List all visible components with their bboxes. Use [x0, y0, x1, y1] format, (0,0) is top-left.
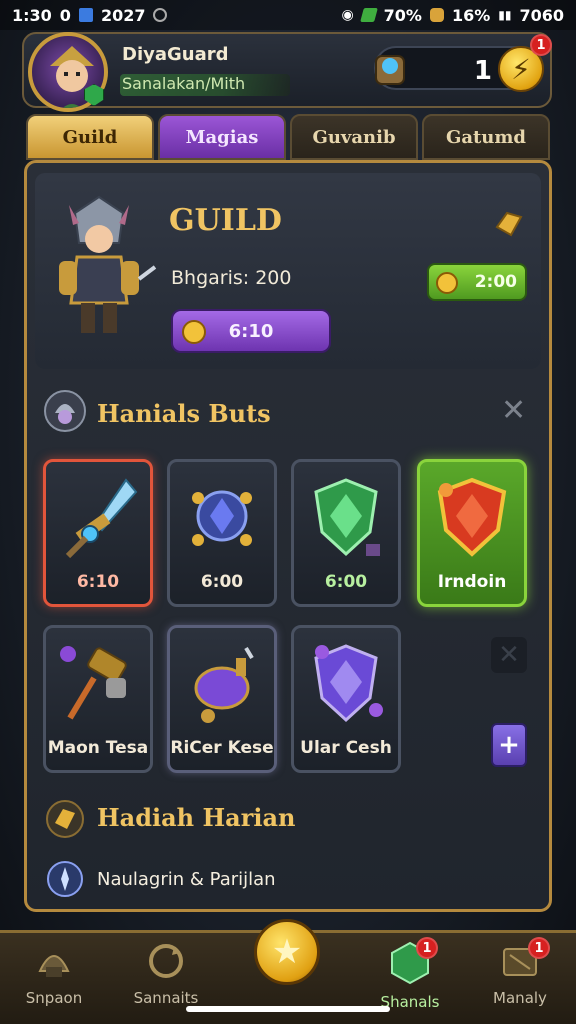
nav-label: Manaly	[493, 989, 547, 1007]
status-battery: 70%	[383, 5, 422, 25]
notification-badge: 1	[416, 937, 438, 959]
battery-icon	[359, 8, 378, 22]
item-label: RiCer Kese	[170, 738, 274, 758]
refresh-nav-icon	[149, 944, 183, 978]
item-slot-amulet[interactable]: 6:00	[167, 459, 277, 607]
item-timer: 6:10	[76, 572, 120, 592]
guild-timer-value: 6:10	[228, 320, 274, 342]
nav-label: Snpaon	[25, 989, 83, 1007]
crystal-shield-icon	[314, 644, 383, 723]
helmet-icon	[44, 390, 86, 432]
item-slot-potion[interactable]: RiCer Kese	[167, 625, 277, 773]
guild-timer-button[interactable]: 6:10	[171, 309, 331, 353]
item-timer: 6:00	[200, 572, 244, 592]
guild-card: GUILD Bhgaris: 200 2:00 6:10	[35, 173, 541, 369]
status-gold: 16%	[451, 5, 491, 25]
home-indicator[interactable]	[186, 1006, 390, 1012]
item-label: Maon Tesa	[47, 738, 149, 758]
main-panel: GUILD Bhgaris: 200 2:00 6:10 Hanials But…	[24, 160, 552, 912]
gold-ingot-icon	[46, 800, 84, 838]
knight-hero-icon	[59, 195, 157, 333]
player-name: DiyaGuard	[122, 44, 229, 65]
items-section-title: Hanials Buts	[97, 399, 271, 428]
guild-info: Bhgaris: 200	[171, 267, 292, 289]
ice-sword-icon	[65, 478, 138, 559]
close-icon[interactable]: ✕	[501, 393, 526, 428]
reward-value: 2:00	[474, 272, 517, 292]
coin-icon	[436, 272, 458, 294]
guild-title: GUILD	[169, 203, 282, 238]
status-bar: 1:30 0 2027 ◉ 70% 16% ▮▮ 7060	[0, 0, 576, 30]
tab-bar: Guild Magias Guvanib Gatumd	[26, 114, 550, 160]
notification-badge: 1	[528, 937, 550, 959]
notification-badge: 1	[530, 34, 552, 56]
gold-coin-icon	[182, 320, 206, 344]
item-slot-green-shield[interactable]: 6:00	[291, 459, 401, 607]
item-slot-crystal-shield[interactable]: Ular Cesh	[291, 625, 401, 773]
currency-counter[interactable]: 1 ⚡ 1	[374, 34, 552, 92]
gold-ingot-icon[interactable]	[493, 207, 523, 241]
emerald-shield-icon	[314, 478, 380, 557]
player-header: DiyaGuard Sanalakan/Mith 1 ⚡ 1	[22, 32, 552, 112]
nav-label: Sannaits	[133, 989, 199, 1007]
compass-icon	[47, 861, 83, 897]
tab-guvanib[interactable]: Guvanib	[290, 114, 418, 160]
nav-item-sannaits[interactable]: Sannaits	[116, 941, 216, 1007]
status-right-value: 7060	[519, 5, 564, 25]
shield-status-icon: ◉	[341, 7, 354, 23]
tab-magias[interactable]: Magias	[158, 114, 286, 160]
nav-item-snpaon[interactable]: Snpaon	[4, 941, 104, 1007]
camera-icon	[153, 8, 168, 22]
item-timer: 6:00	[324, 572, 368, 592]
lantern-icon	[375, 55, 405, 85]
player-subtitle: Sanalakan/Mith	[122, 74, 246, 93]
status-time: 1:30	[12, 5, 52, 25]
nav-item-manaly[interactable]: 1 Manaly	[470, 937, 570, 1007]
purple-potion-icon	[194, 646, 254, 723]
item-label: Ular Cesh	[300, 738, 392, 758]
item-slot-sword[interactable]: 6:10	[43, 459, 153, 607]
tab-gatumd[interactable]: Gatumd	[422, 114, 550, 160]
reward-button[interactable]: 2:00	[427, 263, 527, 301]
item-label: Irndoin	[437, 572, 507, 592]
item-slot-fire-shield[interactable]: Irndoin	[417, 459, 527, 607]
add-item-button[interactable]: +	[491, 723, 527, 767]
signal-icon: ▮▮	[498, 8, 512, 22]
tab-guild[interactable]: Guild	[26, 114, 154, 160]
daily-reward-title: Hadiah Harian	[97, 803, 296, 832]
app-icon	[78, 8, 93, 22]
amulet-icon	[192, 490, 252, 546]
lightning-icon: ⚡	[511, 52, 531, 86]
fire-shield-icon	[437, 477, 507, 557]
gold-icon	[429, 8, 444, 22]
remove-slot-icon[interactable]: ✕	[491, 637, 527, 673]
hammer-icon	[60, 646, 127, 720]
helmet-nav-icon	[38, 955, 70, 977]
status-year: 2027	[100, 5, 146, 25]
status-extra: 0	[59, 5, 71, 25]
item-slot-hammer[interactable]: Maon Tesa	[43, 625, 153, 773]
daily-reward-line: Naulagrin & Parijlan	[97, 869, 276, 890]
nav-item-shanals[interactable]: 1 Shanals	[360, 937, 460, 1011]
star-icon: ★	[271, 932, 303, 972]
currency-value: 1	[473, 56, 492, 86]
main-action-button[interactable]: ★	[254, 919, 320, 985]
